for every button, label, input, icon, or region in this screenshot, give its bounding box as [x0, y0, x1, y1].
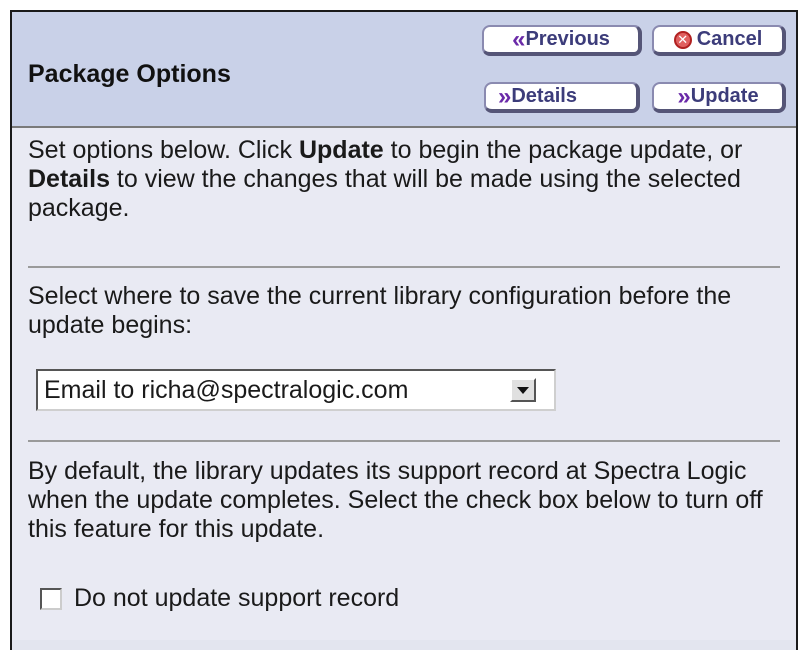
intro-text: Set options below. Click Update to begin…: [28, 136, 788, 223]
intro-text-part: Set options below. Click: [28, 136, 299, 164]
cancel-button-label: Cancel: [696, 28, 763, 50]
details-button[interactable]: » Details: [484, 82, 640, 113]
cancel-button[interactable]: ✕ Cancel: [652, 25, 786, 56]
double-chevron-right-icon: »: [498, 82, 512, 110]
dropdown-arrow-icon[interactable]: [510, 378, 536, 402]
divider: [28, 266, 780, 268]
intro-text-part: to begin the package update, or: [383, 136, 743, 164]
do-not-update-support-record-checkbox[interactable]: [40, 587, 62, 610]
package-options-panel: Package Options « Previous ✕ Cancel » De…: [10, 10, 798, 650]
previous-button-label: Previous: [525, 28, 610, 50]
cancel-icon: ✕: [673, 30, 692, 49]
update-button[interactable]: » Update: [652, 82, 786, 113]
intro-details-keyword: Details: [28, 165, 110, 193]
double-chevron-left-icon: «: [512, 25, 526, 53]
details-button-label: Details: [511, 85, 577, 107]
save-location-select[interactable]: Email to richa@spectralogic.com: [36, 369, 556, 411]
panel-footer: [12, 640, 796, 650]
save-config-prompt: Select where to save the current library…: [28, 282, 732, 339]
checkbox-label: Do not update support record: [74, 584, 400, 612]
update-button-label: Update: [690, 85, 759, 107]
double-chevron-right-icon: »: [677, 82, 691, 110]
intro-text-part: to view the changes that will be made us…: [28, 165, 741, 222]
panel-header: Package Options « Previous ✕ Cancel » De…: [12, 12, 796, 128]
intro-update-keyword: Update: [298, 136, 384, 164]
page-title: Package Options: [28, 60, 231, 88]
support-record-option[interactable]: Do not update support record: [40, 584, 399, 613]
support-record-description: By default, the library updates its supp…: [28, 457, 763, 543]
previous-button[interactable]: « Previous: [482, 25, 642, 56]
divider: [28, 440, 780, 442]
save-location-value: Email to richa@spectralogic.com: [44, 376, 409, 404]
